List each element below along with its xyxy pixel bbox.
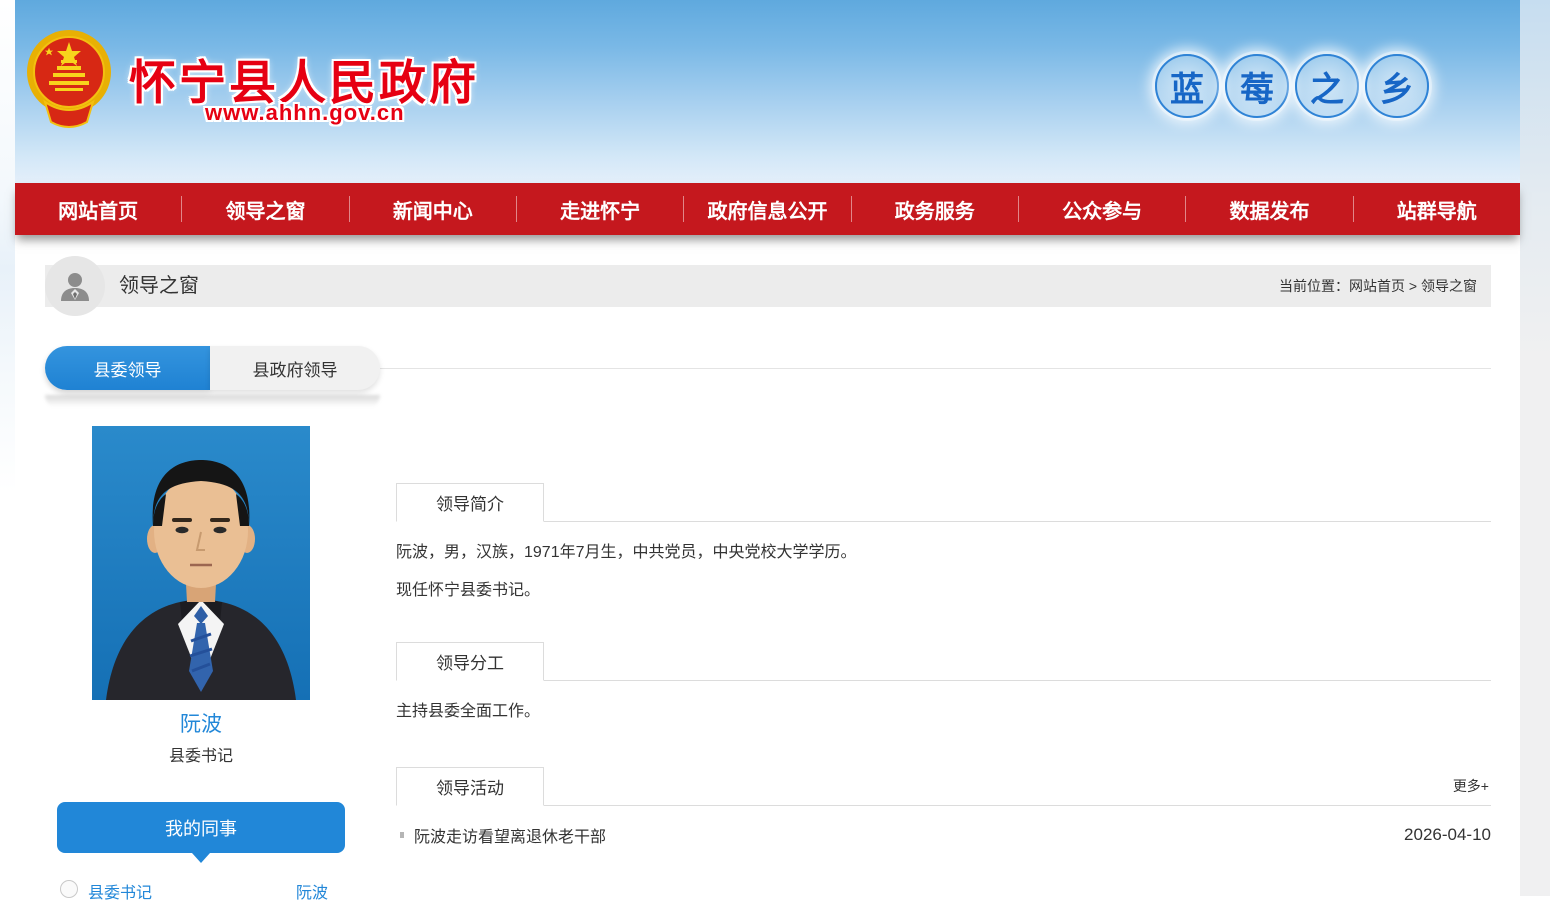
- intro-line: 阮波，男，汉族，1971年7月生，中共党员，中央党校大学学历。: [396, 534, 1491, 572]
- nav-item-participation[interactable]: 公众参与: [1019, 183, 1185, 235]
- nav-item-services[interactable]: 政务服务: [852, 183, 1018, 235]
- colleague-name-link[interactable]: 阮波: [296, 879, 328, 903]
- page-container: 怀宁县人民政府 www.ahhn.gov.cn 蓝 莓 之 乡 网站首页 领导之…: [15, 0, 1520, 896]
- content-area: 领导之窗 当前位置：网站首页 > 领导之窗 县委领导 县政府领导: [45, 265, 1491, 896]
- leader-category-tabs: 县委领导 县政府领导: [45, 346, 1491, 416]
- section-title-activity: 领导活动: [396, 767, 544, 806]
- section-body-intro: 阮波，男，汉族，1971年7月生，中共党员，中央党校大学学历。 现任怀宁县委书记…: [396, 522, 1491, 610]
- tab-county-party-leaders[interactable]: 县委领导: [45, 346, 210, 390]
- tab-reflection: [45, 395, 380, 408]
- section-header-intro: 领导简介: [396, 484, 1491, 522]
- section-header-duty: 领导分工: [396, 643, 1491, 681]
- breadcrumb-label: 当前位置：: [1279, 278, 1349, 294]
- section-header-activity: 领导活动 更多+: [396, 768, 1491, 806]
- nav-item-info-disclosure[interactable]: 政府信息公开: [684, 183, 850, 235]
- nav-item-home[interactable]: 网站首页: [15, 183, 181, 235]
- nav-item-data[interactable]: 数据发布: [1186, 183, 1352, 235]
- colleague-avatar-placeholder: [60, 880, 78, 898]
- badge-blueberry-3: 之: [1295, 54, 1359, 118]
- tab-divider-line: [380, 368, 1491, 369]
- activity-title[interactable]: 阮波走访看望离退休老干部: [414, 823, 606, 847]
- my-colleagues-button[interactable]: 我的同事: [57, 802, 345, 853]
- breadcrumb-separator: >: [1409, 278, 1417, 294]
- slogan-badges: 蓝 莓 之 乡: [1155, 54, 1429, 118]
- nav-item-news[interactable]: 新闻中心: [350, 183, 516, 235]
- tab-county-government-leaders[interactable]: 县政府领导: [210, 346, 380, 390]
- section-body-duty: 主持县委全面工作。: [396, 681, 1491, 731]
- duty-line: 主持县委全面工作。: [396, 693, 1491, 731]
- breadcrumb-bar: 领导之窗 当前位置：网站首页 > 领导之窗: [45, 265, 1491, 307]
- colleague-position-link[interactable]: 县委书记: [88, 879, 152, 903]
- activity-date: 2026-04-10: [1404, 825, 1491, 845]
- vertical-scrollbar[interactable]: [1520, 0, 1550, 896]
- breadcrumb: 当前位置：网站首页 > 领导之窗: [1279, 265, 1477, 307]
- activity-list-item[interactable]: 阮波走访看望离退休老干部 2026-04-10: [396, 820, 1491, 850]
- section-title-intro: 领导简介: [396, 483, 544, 522]
- badge-blueberry-4: 乡: [1365, 54, 1429, 118]
- nav-item-about[interactable]: 走进怀宁: [517, 183, 683, 235]
- intro-line: 现任怀宁县委书记。: [396, 572, 1491, 610]
- header-banner: 怀宁县人民政府 www.ahhn.gov.cn 蓝 莓 之 乡: [15, 0, 1520, 183]
- colleague-list-item[interactable]: 县委书记 阮波: [57, 877, 377, 901]
- bullet-icon: [400, 832, 404, 838]
- badge-blueberry-2: 莓: [1225, 54, 1289, 118]
- national-emblem-logo[interactable]: [25, 26, 113, 134]
- nav-item-site-group[interactable]: 站群导航: [1354, 183, 1520, 235]
- main-navigation: 网站首页 领导之窗 新闻中心 走进怀宁 政府信息公开 政务服务 公众参与 数据发…: [15, 183, 1520, 235]
- person-avatar: [45, 256, 105, 316]
- leader-portrait: [92, 426, 310, 700]
- leader-position: 县委书记: [92, 742, 310, 766]
- leader-detail-column: 领导简介 阮波，男，汉族，1971年7月生，中共党员，中央党校大学学历。 现任怀…: [396, 484, 1491, 850]
- badge-blueberry-1: 蓝: [1155, 54, 1219, 118]
- site-url: www.ahhn.gov.cn: [205, 100, 405, 126]
- person-icon: [58, 269, 92, 303]
- page-title: 领导之窗: [119, 265, 199, 307]
- breadcrumb-home-link[interactable]: 网站首页: [1349, 278, 1405, 294]
- nav-item-leaders[interactable]: 领导之窗: [182, 183, 348, 235]
- leader-name[interactable]: 阮波: [92, 708, 310, 738]
- breadcrumb-current[interactable]: 领导之窗: [1421, 278, 1477, 294]
- national-emblem-icon: [25, 26, 113, 134]
- arrow-down-icon: [192, 853, 210, 863]
- more-link[interactable]: 更多+: [1453, 776, 1489, 796]
- section-title-duty: 领导分工: [396, 642, 544, 681]
- portrait-image: [92, 426, 310, 700]
- page-left-margin: [0, 0, 15, 896]
